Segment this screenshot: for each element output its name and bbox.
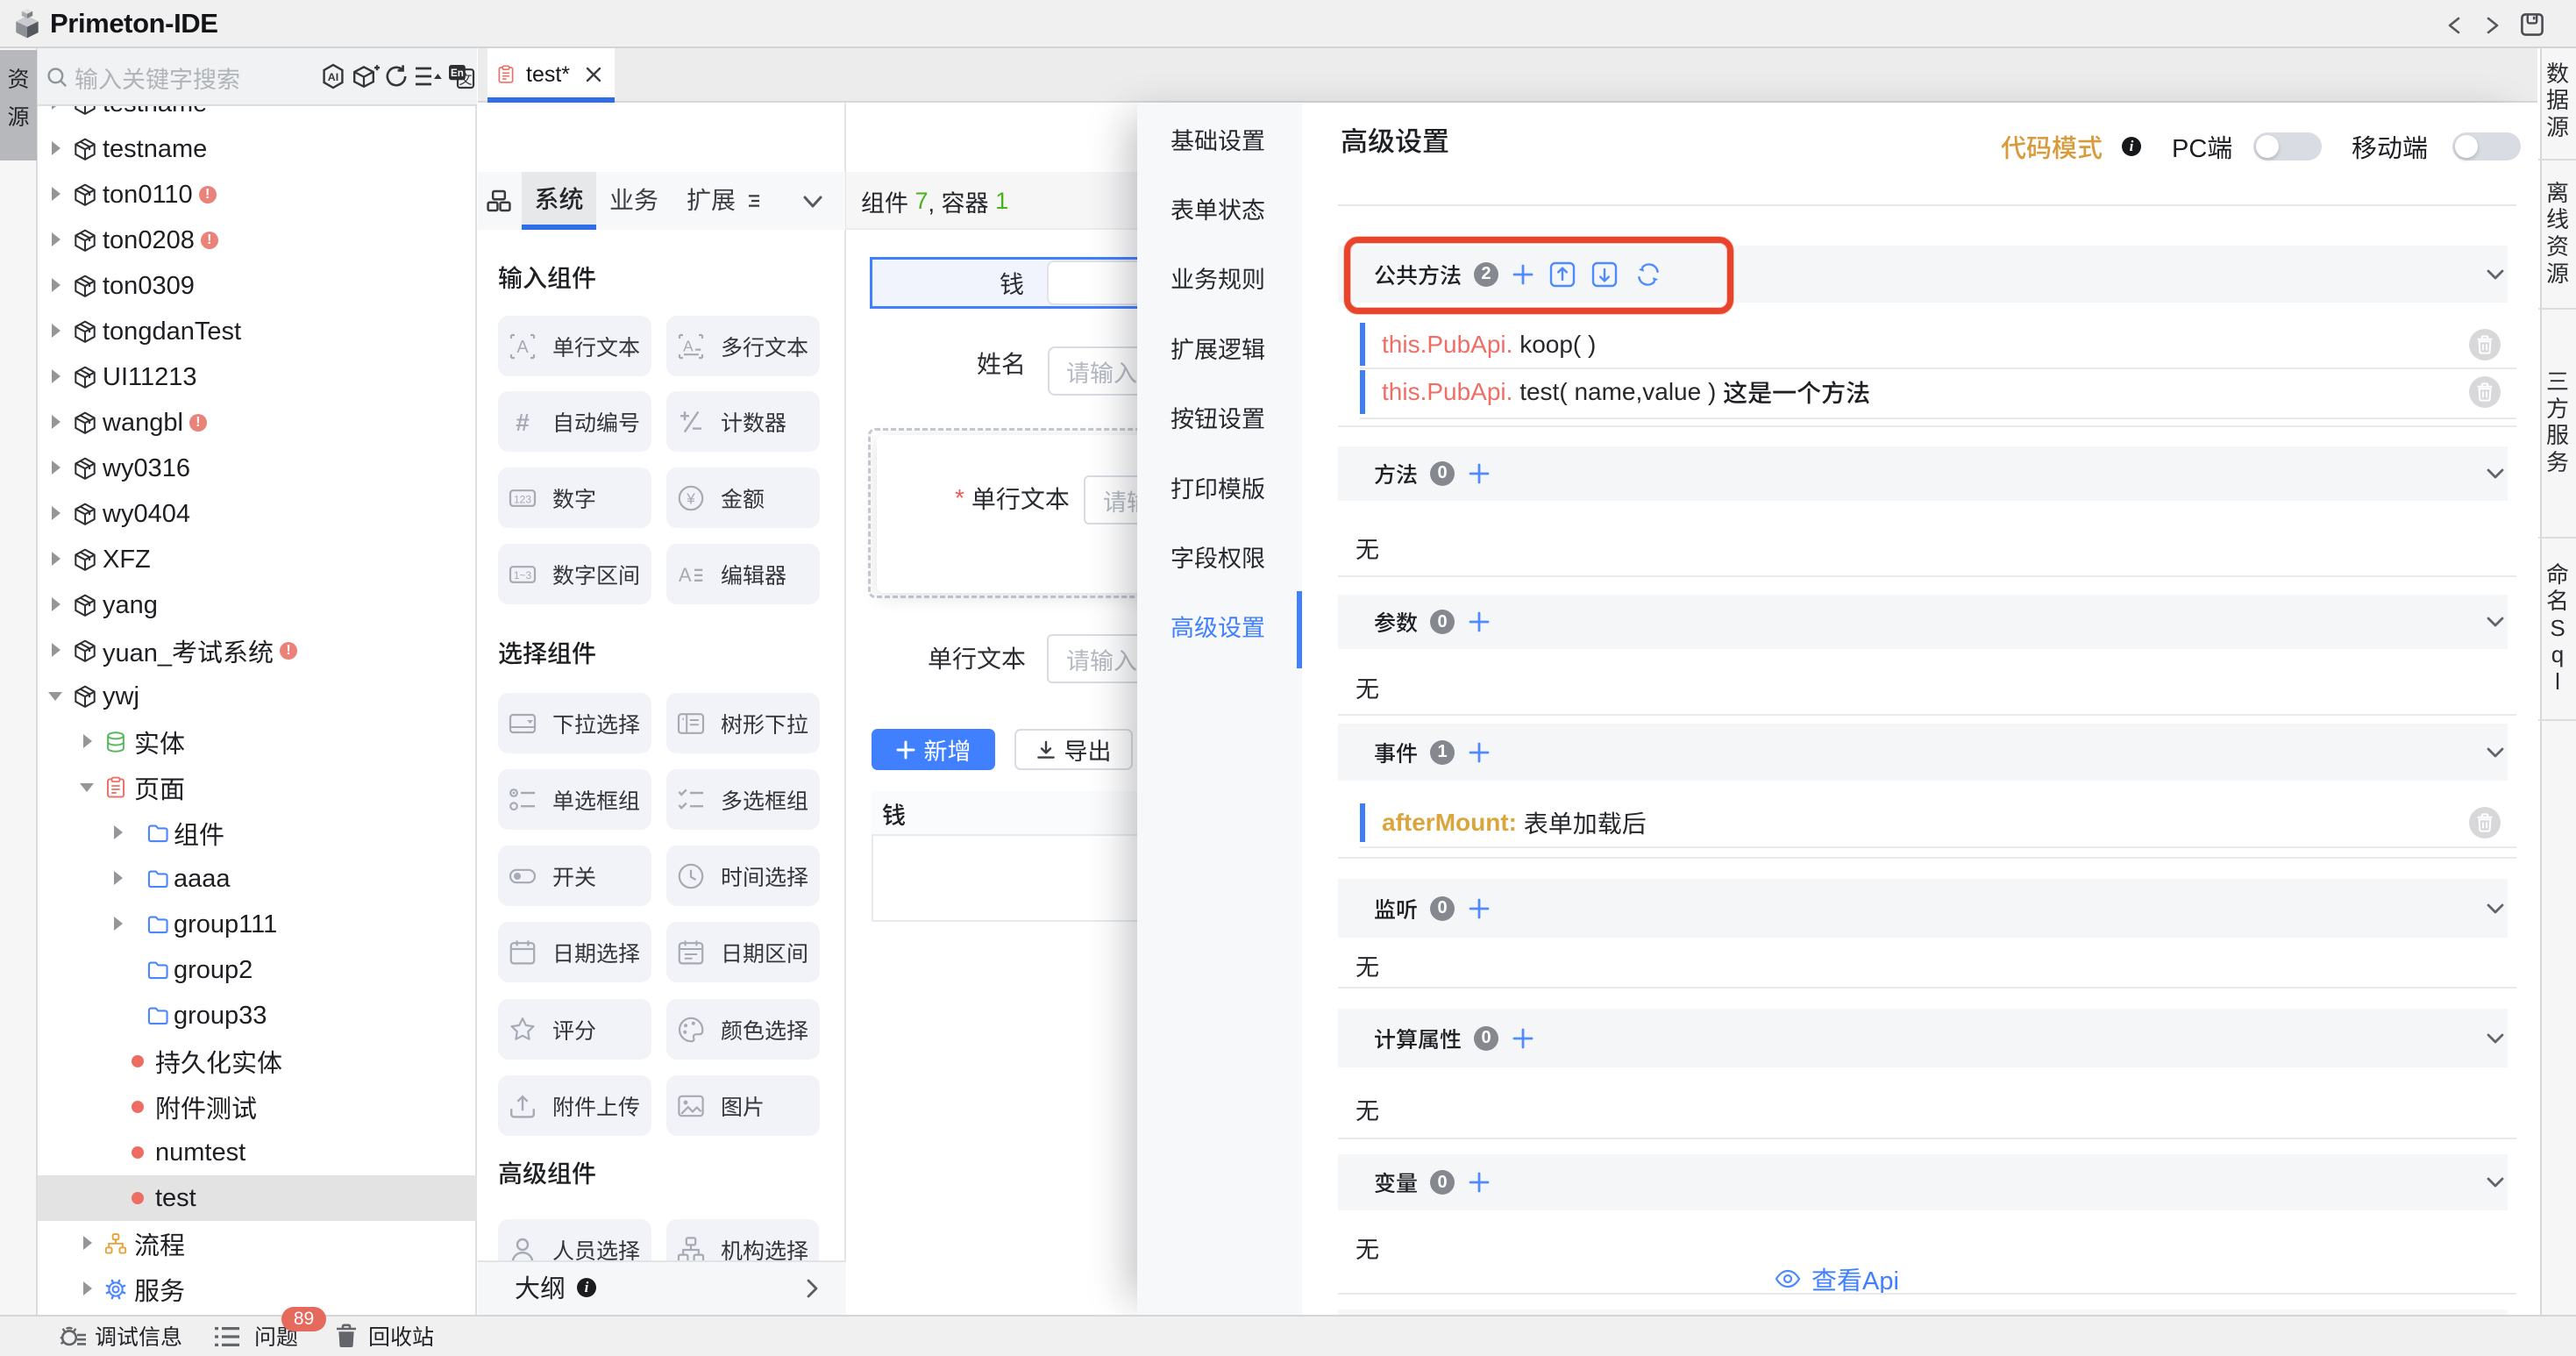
svg-text:AI: AI: [328, 71, 338, 83]
svg-text:123: 123: [514, 493, 531, 505]
svg-text:A: A: [516, 338, 529, 357]
svg-text:#: #: [516, 409, 530, 436]
svg-text:A: A: [683, 337, 694, 354]
svg-text:En: En: [451, 68, 464, 79]
svg-text:¥: ¥: [686, 489, 695, 507]
svg-text:A: A: [679, 564, 692, 586]
svg-text:1~3: 1~3: [514, 569, 532, 582]
